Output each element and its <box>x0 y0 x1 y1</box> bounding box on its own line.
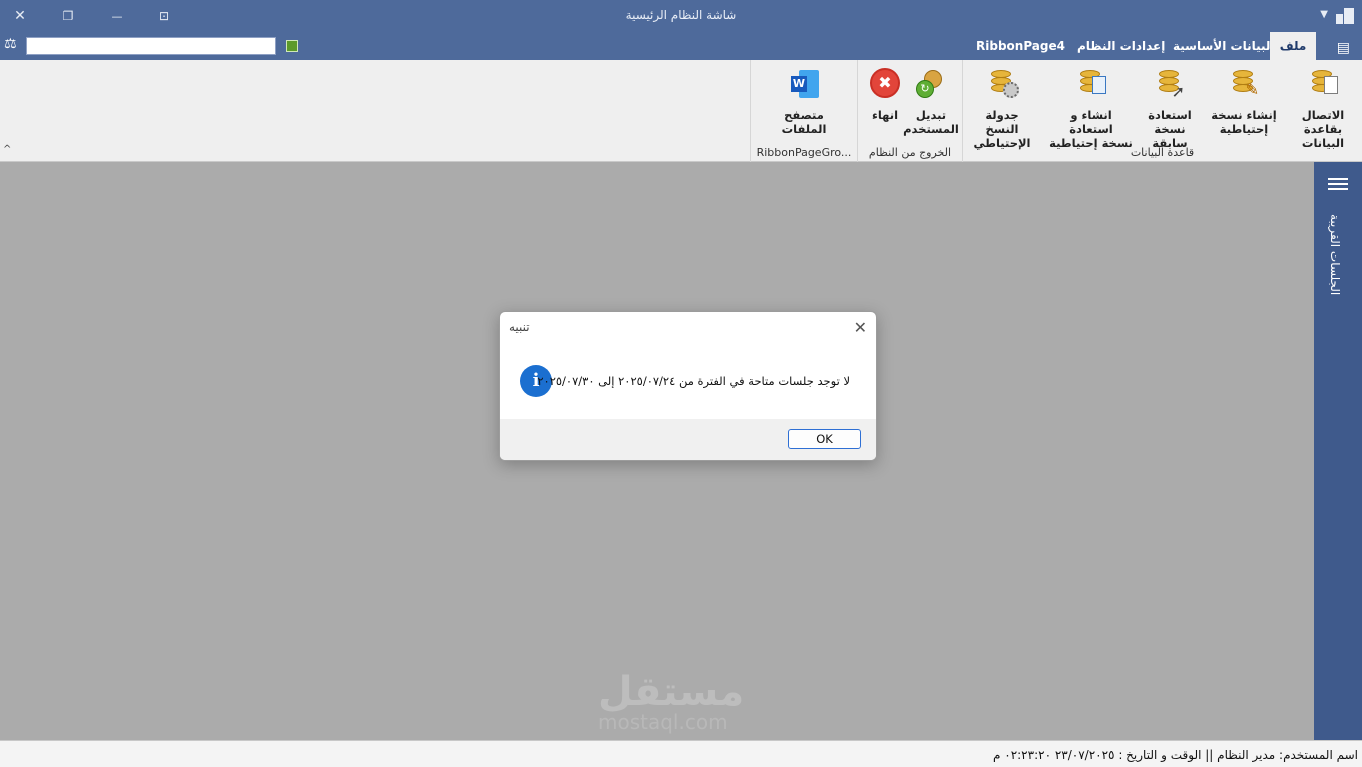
ribbon-group-files: W متصفح الملفات RibbonPageGro... <box>750 60 857 162</box>
close-icon: ✕ <box>853 318 867 337</box>
tab-system-settings[interactable]: إعدادات النظام <box>1067 32 1175 60</box>
status-text: اسم المستخدم: مدير النظام || الوقت و الت… <box>993 748 1358 762</box>
status-bar: اسم المستخدم: مدير النظام || الوقت و الت… <box>0 740 1362 767</box>
ribbon-group-label: قاعدة البيانات <box>1130 146 1195 159</box>
ribbon-tab-row: ⚖ RibbonPage4 إعدادات النظام البيانات ال… <box>0 32 1362 61</box>
schedule-backup-button[interactable]: جدولة النسخ الإحتياطي <box>967 68 1037 150</box>
database-edit-icon: ✎ <box>1227 68 1261 102</box>
scales-icon[interactable]: ⚖ <box>4 36 17 52</box>
watermark: مستقل mostaql.com <box>598 669 745 734</box>
dialog-close-button[interactable]: ✕ <box>854 318 867 337</box>
database-gear-icon <box>985 68 1019 102</box>
file-browser-button[interactable]: W متصفح الملفات <box>769 68 839 136</box>
dialog-footer: OK <box>500 419 876 460</box>
alert-dialog: تنبيه ✕ i لا توجد جلسات متاحة في الفترة … <box>499 311 877 461</box>
create-restore-backup-button[interactable]: انشاء و استعادة نسخة إحتياطية <box>1049 68 1133 150</box>
title-bar: ✕ ❐ — ⊡ شاشة النظام الرئيسية ▼ <box>0 0 1362 32</box>
hamburger-menu-icon[interactable] <box>1328 178 1348 190</box>
dialog-message: لا توجد جلسات متاحة في الفترة من ٢٠٢٥/٠٧… <box>537 374 850 388</box>
dialog-title: تنبيه <box>509 320 530 334</box>
database-connect-icon <box>1306 68 1340 102</box>
database-restore-icon: ➚ <box>1153 68 1187 102</box>
quick-access-dropdown-icon[interactable]: ▼ <box>1320 9 1328 20</box>
app-logo-icon <box>1336 8 1354 24</box>
create-backup-button[interactable]: ✎ إنشاء نسخة إحتياطية <box>1209 68 1279 136</box>
word-icon: W <box>787 68 821 102</box>
ribbon-search-input[interactable] <box>26 37 276 55</box>
navigation-pane: الجلسات القريبة <box>1314 162 1362 740</box>
ribbon-group-label: الخروج من النظام <box>868 146 952 159</box>
nav-pane-label[interactable]: الجلسات القريبة <box>1328 214 1342 295</box>
switch-user-icon: ↻ <box>914 68 948 102</box>
restore-backup-button[interactable]: ➚ استعادة نسخة سابقة <box>1135 68 1205 150</box>
tab-file[interactable]: ملف <box>1270 32 1316 61</box>
ribbon-panel: ^ W متصفح الملفات RibbonPageGro... ✖ انه… <box>0 60 1362 162</box>
go-icon[interactable] <box>286 40 298 52</box>
tab-basic-data[interactable]: البيانات الأساسية <box>1163 32 1285 60</box>
database-sync-icon <box>1074 68 1108 102</box>
collapse-ribbon-icon[interactable]: ^ <box>3 144 11 155</box>
dialog-body: i لا توجد جلسات متاحة في الفترة من ٢٠٢٥/… <box>500 343 876 421</box>
connect-database-button[interactable]: الاتصال بقاعدة البيانات <box>1283 68 1362 150</box>
ok-button[interactable]: OK <box>788 429 861 449</box>
ribbon-group-exit: ✖ انهاء ↻ تبديل المستخدم الخروج من النظا… <box>857 60 962 162</box>
ribbon-group-database: جدولة النسخ الإحتياطي انشاء و استعادة نس… <box>962 60 1362 162</box>
ribbon-group-label: RibbonPageGro... <box>756 146 852 159</box>
window-title: شاشة النظام الرئيسية <box>625 8 737 22</box>
switch-user-button[interactable]: ↻ تبديل المستخدم <box>896 68 966 136</box>
tab-ribbonpage4[interactable]: RibbonPage4 <box>966 32 1075 60</box>
menu-icon[interactable]: ▤ <box>1337 40 1350 56</box>
